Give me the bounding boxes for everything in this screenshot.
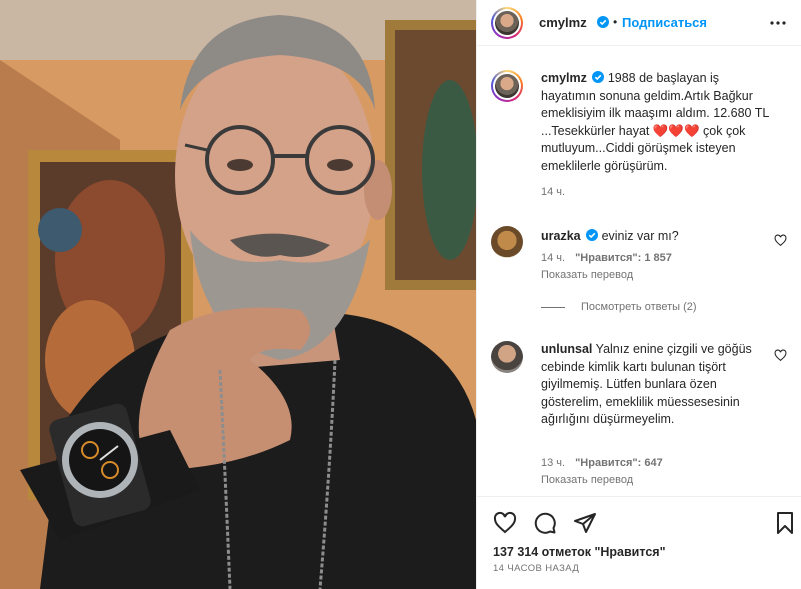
like-comment-icon[interactable] (774, 349, 787, 362)
post-actions-bar: 137 314 отметок "Нравится" 14 ЧАСОВ НАЗА… (477, 496, 801, 589)
caption-text: 1988 de başlayan iş hayatımın sonuna gel… (541, 71, 769, 173)
post-photo-illustration (0, 0, 476, 589)
heart-icon[interactable] (493, 511, 517, 535)
likes-count[interactable]: 137 314 отметок "Нравится" (493, 545, 666, 559)
comment-time[interactable]: 13 ч. (541, 457, 565, 469)
commenter-avatar[interactable] (491, 341, 523, 373)
commenter-avatar[interactable] (491, 226, 523, 258)
commenter-username[interactable]: urazka (541, 229, 581, 243)
like-comment-icon[interactable] (774, 234, 787, 247)
post-timestamp[interactable]: 14 ЧАСОВ НАЗАД (493, 563, 579, 574)
show-translation-link[interactable]: Показать перевод (541, 269, 633, 281)
replies-divider-line (541, 306, 565, 308)
follow-button[interactable]: Подписаться (622, 15, 707, 30)
author-avatar[interactable] (491, 7, 523, 39)
caption-author-avatar[interactable] (491, 70, 523, 102)
comment-meta: 14 ч. "Нравится": 1 857 (541, 252, 672, 264)
verified-icon (586, 229, 599, 241)
verified-icon (597, 16, 609, 28)
comment-text-block: unlunsal Yalnız enine çizgili ve göğüs c… (541, 341, 773, 429)
comment-text-block: urazka eviniz var mı? (541, 228, 773, 246)
comment-time[interactable]: 14 ч. (541, 252, 565, 264)
view-replies-label: Посмотреть ответы (2) (581, 301, 697, 313)
post-header: cmylmz • Подписаться (477, 0, 801, 46)
caption-author-username[interactable]: cmylmz (541, 71, 587, 85)
more-options-icon[interactable] (768, 13, 788, 33)
bookmark-icon[interactable] (773, 511, 797, 535)
post-side-panel: cmylmz • Подписаться cmylmz 1988 de başl… (476, 0, 801, 589)
author-username[interactable]: cmylmz (539, 15, 587, 30)
view-replies-button[interactable]: Посмотреть ответы (2) (541, 301, 697, 313)
caption-text-block: cmylmz 1988 de başlayan iş hayatımın son… (541, 70, 773, 175)
show-translation-link[interactable]: Показать перевод (541, 474, 633, 486)
post-photo[interactable] (0, 0, 476, 589)
comment-likes[interactable]: "Нравится": 647 (575, 457, 663, 469)
share-icon[interactable] (573, 511, 597, 535)
commenter-username[interactable]: unlunsal (541, 342, 592, 356)
separator-dot: • (613, 15, 618, 29)
comment-likes[interactable]: "Нравится": 1 857 (575, 252, 672, 264)
verified-icon (592, 71, 605, 83)
caption-time[interactable]: 14 ч. (541, 186, 565, 198)
comment-icon[interactable] (533, 511, 557, 535)
comment-text: eviniz var mı? (601, 229, 679, 243)
comment-meta: 13 ч. "Нравится": 647 (541, 457, 663, 469)
